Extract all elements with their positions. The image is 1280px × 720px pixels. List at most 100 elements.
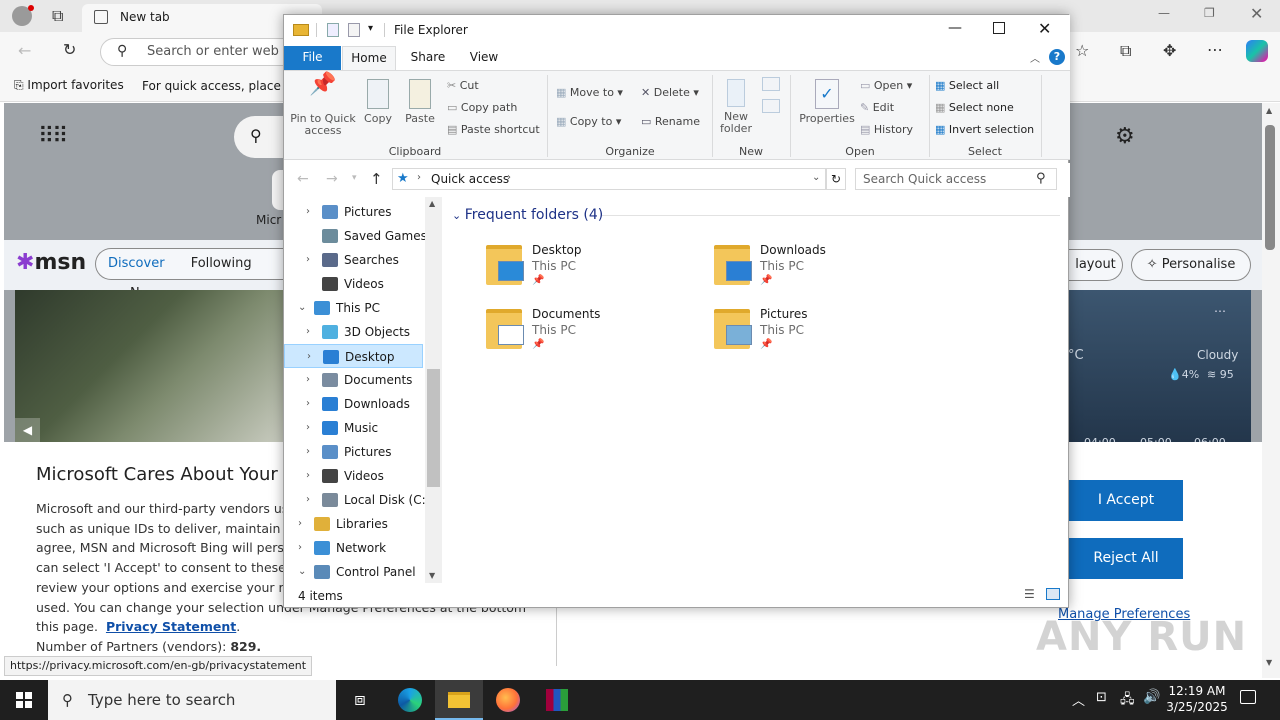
expand-chevron-icon[interactable]: › [298, 512, 302, 536]
tree-item-control-panel[interactable]: ⌄ Control Panel [284, 560, 423, 584]
nav-scroll-up-icon[interactable]: ▲ [429, 199, 435, 208]
qat-dropdown-icon[interactable]: ▾ [368, 23, 373, 34]
edit-button[interactable]: ✎ Edit [860, 101, 894, 114]
select-none-button[interactable]: ▦ Select none [935, 101, 1014, 114]
firefox-taskbar-icon[interactable] [484, 680, 532, 720]
expand-chevron-icon[interactable]: › [306, 248, 310, 272]
new-folder-button[interactable]: New folder [716, 79, 756, 135]
window-minimize-icon[interactable]: — [1158, 6, 1170, 20]
expand-chevron-icon[interactable]: › [306, 320, 310, 344]
forward-arrow-icon[interactable]: → [326, 171, 338, 187]
network-icon[interactable]: 🖧 [1120, 690, 1135, 712]
up-arrow-icon[interactable]: ↑ [370, 170, 383, 188]
refresh-icon[interactable]: ↻ [63, 40, 76, 59]
tree-item-local-disk-c[interactable]: › Local Disk (C:) [284, 488, 430, 512]
tree-item-3d-objects[interactable]: › 3D Objects [284, 320, 423, 344]
more-menu-icon[interactable]: ⋯ [1207, 40, 1223, 59]
winrar-taskbar-icon[interactable] [533, 680, 581, 720]
back-arrow-icon[interactable]: ← [297, 171, 309, 187]
weather-more-icon[interactable]: ⋯ [1214, 304, 1226, 318]
open-button[interactable]: ▭ Open ▾ [860, 79, 912, 92]
tree-item-saved-games[interactable]: Saved Games [284, 224, 427, 248]
frequent-folders-header[interactable]: ⌄ Frequent folders (4) [452, 207, 603, 223]
msn-personalise-button[interactable]: ✧ Personalise [1131, 249, 1251, 281]
address-bar[interactable]: ★ › Quick access › ⌄ [392, 168, 826, 190]
msn-hero-image[interactable] [15, 290, 285, 442]
tray-chevron-icon[interactable]: ︿ [1072, 690, 1085, 709]
tab-share[interactable]: Share [402, 46, 454, 70]
msn-search-circle[interactable]: ⚲ [234, 116, 284, 158]
tab-view[interactable]: View [458, 46, 510, 70]
expand-chevron-icon[interactable]: › [306, 200, 310, 224]
pinned-icon[interactable]: 📌 [532, 275, 544, 286]
tree-item-libraries[interactable]: › Libraries [284, 512, 423, 536]
apps-grid-icon[interactable]: ⠿⠿ [38, 124, 68, 149]
folder-tile-pictures[interactable]: Pictures This PC 📌 [714, 307, 934, 367]
volume-icon[interactable]: 🔊 [1143, 689, 1160, 705]
rename-button[interactable]: ▭ Rename [641, 115, 700, 128]
copilot-icon[interactable] [1246, 40, 1268, 62]
tree-item-documents[interactable]: › Documents [284, 368, 423, 392]
folder-tile-desktop[interactable]: Desktop This PC 📌 [486, 243, 706, 303]
notification-center-icon[interactable] [1240, 690, 1256, 704]
taskbar-search[interactable]: ⚲ Type here to search [48, 680, 336, 720]
tab-file[interactable]: File [284, 46, 341, 70]
address-bar[interactable]: ⚲ Search or enter web a [100, 38, 300, 66]
file-explorer-taskbar-icon[interactable] [435, 680, 483, 720]
tree-item-this-pc[interactable]: ⌄ This PC [284, 296, 423, 320]
msn-logo[interactable]: ✱msn [16, 250, 86, 275]
recent-dropdown-icon[interactable]: ▾ [352, 173, 357, 183]
navigation-pane[interactable]: › Pictures Saved Games › Searches Videos ⌄ This… [284, 197, 430, 584]
explorer-title-bar[interactable]: ▾ File Explorer — ✕ [284, 15, 1070, 46]
pinned-icon[interactable]: 📌 [760, 275, 772, 286]
expand-chevron-icon[interactable]: › [306, 440, 310, 464]
ribbon-collapse-icon[interactable]: ︿ [1030, 50, 1040, 65]
scroll-down-icon[interactable]: ▼ [1266, 658, 1272, 667]
refresh-button[interactable]: ↻ [826, 168, 846, 190]
content-pane[interactable]: ⌄ Frequent folders (4) Desktop This PC 📌 Do… [444, 197, 1070, 583]
expand-chevron-icon[interactable]: › [306, 416, 310, 440]
paste-shortcut-button[interactable]: ▤ Paste shortcut [447, 123, 540, 136]
expanded-chevron-icon[interactable]: ⌄ [298, 296, 306, 320]
easy-access-icon[interactable] [762, 99, 780, 113]
folder-tile-documents[interactable]: Documents This PC 📌 [486, 307, 706, 367]
hero-prev-arrow-icon[interactable]: ◀ [15, 418, 40, 442]
maximize-icon[interactable] [993, 22, 1005, 34]
tab-home[interactable]: Home [342, 46, 396, 70]
tree-item-videos[interactable]: › Videos [284, 464, 423, 488]
breadcrumb-quick-access[interactable]: Quick access [431, 172, 509, 186]
details-view-icon[interactable]: ☰ [1024, 587, 1035, 601]
tree-item-videos[interactable]: Videos [284, 272, 423, 296]
navigation-scrollbar[interactable]: ▲ ▼ [425, 197, 442, 583]
privacy-statement-link[interactable]: Privacy Statement [106, 619, 236, 634]
window-restore-icon[interactable]: ❐ [1204, 6, 1215, 20]
tree-item-pictures[interactable]: › Pictures [284, 200, 423, 224]
expand-chevron-icon[interactable]: › [306, 464, 310, 488]
msn-discover-tab[interactable]: Discover Following N [95, 248, 283, 301]
back-icon[interactable]: ← [18, 41, 31, 60]
weather-card[interactable]: ⋯ °C Cloudy 💧4% ≋ 95 04:00 05:00 06:00 [1068, 290, 1251, 449]
folder-tile-downloads[interactable]: Downloads This PC 📌 [714, 243, 934, 303]
collections-icon[interactable]: ⧉ [1120, 41, 1131, 61]
tree-item-searches[interactable]: › Searches [284, 248, 423, 272]
expand-chevron-icon[interactable]: › [306, 488, 310, 512]
start-windows-icon[interactable] [0, 680, 48, 720]
tree-item-downloads[interactable]: › Downloads [284, 392, 423, 416]
edge-taskbar-icon[interactable] [386, 680, 434, 720]
qat-new-folder-icon[interactable] [348, 23, 360, 37]
cut-button[interactable]: ✂ Cut [447, 79, 479, 92]
msn-layout-button[interactable]: layout [1069, 249, 1123, 281]
tree-item-pictures[interactable]: › Pictures [284, 440, 423, 464]
tree-item-music[interactable]: › Music [284, 416, 423, 440]
paste-button[interactable]: Paste [402, 79, 438, 125]
window-close-icon[interactable]: ✕ [1250, 4, 1263, 23]
tree-item-desktop[interactable]: › Desktop [284, 344, 423, 368]
taskbar-search-input[interactable]: Type here to search [88, 680, 235, 720]
tray-device-icon[interactable]: ⊡ [1096, 690, 1107, 705]
pinned-icon[interactable]: 📌 [532, 339, 544, 350]
address-dropdown-icon[interactable]: ⌄ [812, 172, 820, 183]
task-view-icon[interactable]: ⧈ [336, 680, 384, 720]
select-all-button[interactable]: ▦ Select all [935, 79, 999, 92]
minimize-icon[interactable]: — [948, 20, 962, 36]
accept-button[interactable]: I Accept [1069, 480, 1183, 521]
